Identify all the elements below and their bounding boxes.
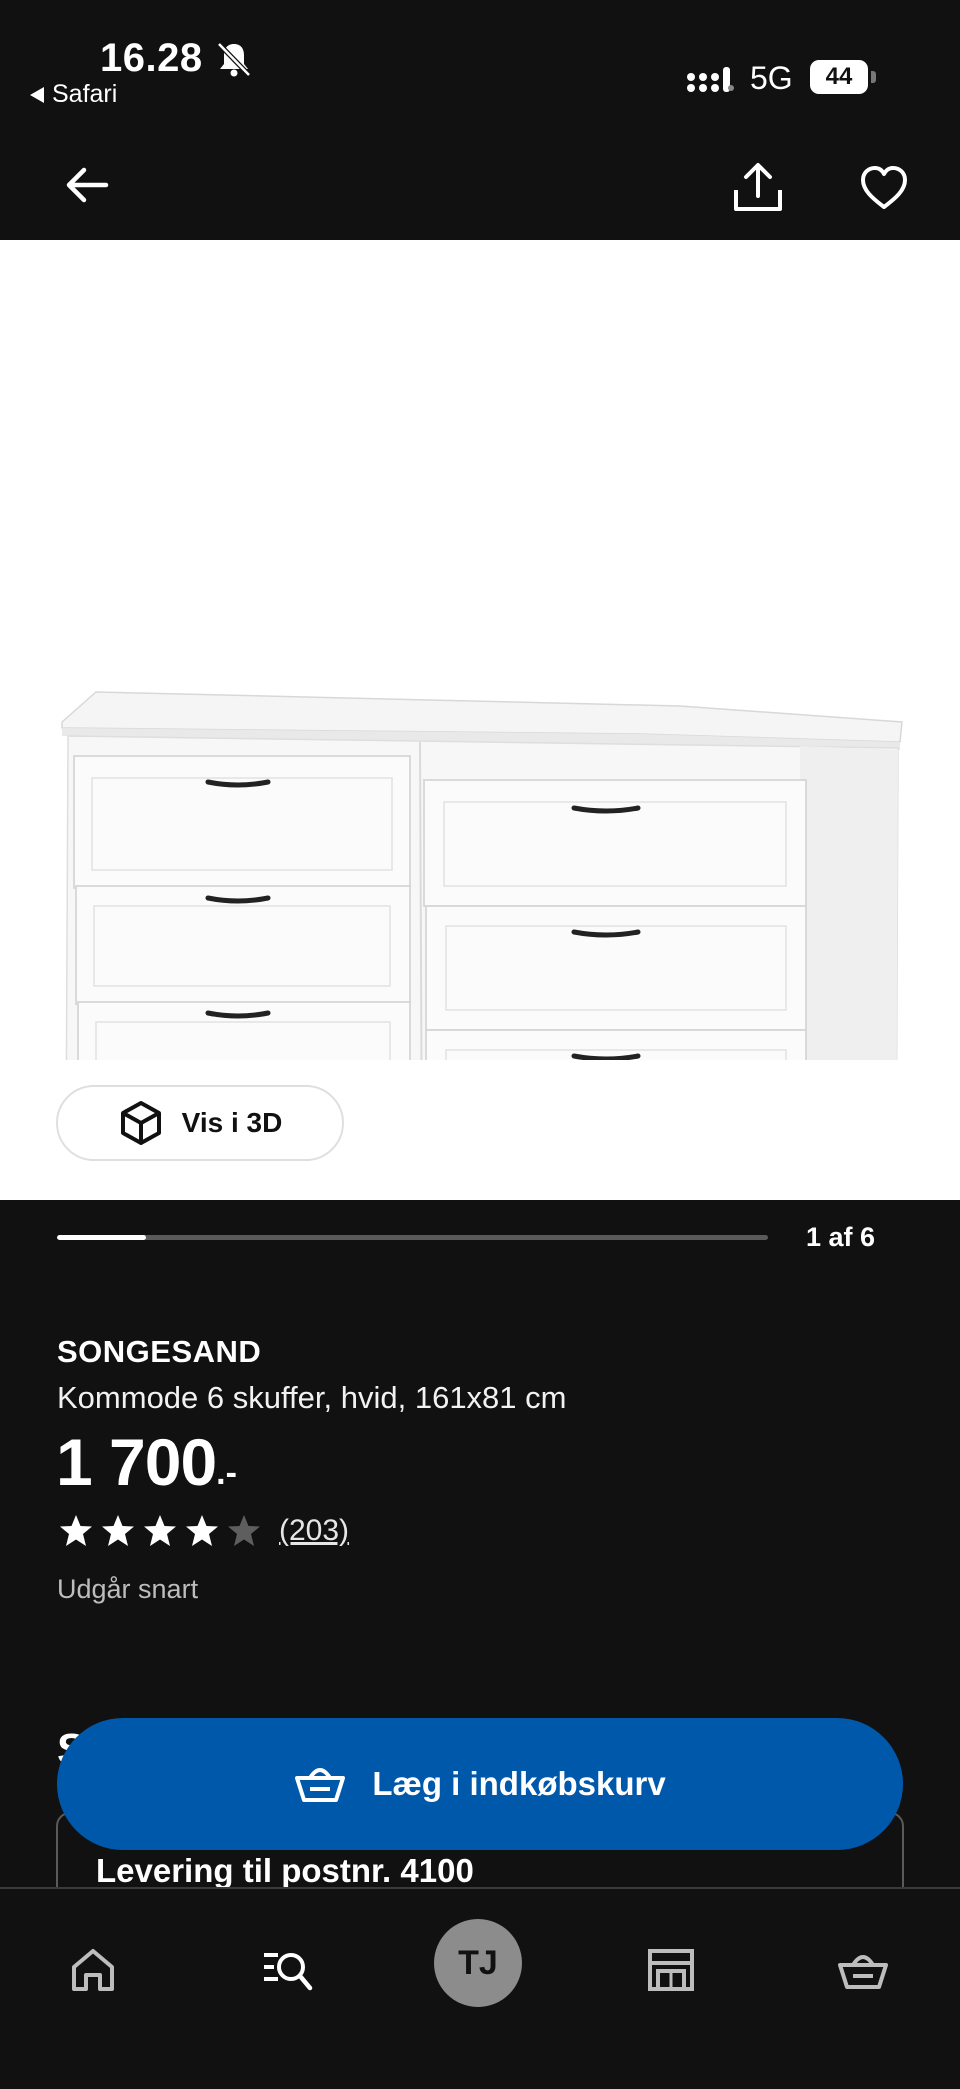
store-icon xyxy=(648,1949,694,1991)
gallery-counter: 1 af 6 xyxy=(806,1222,876,1252)
home-icon xyxy=(72,1949,114,1991)
price-suffix: .- xyxy=(216,1454,237,1492)
gallery-progress-bar xyxy=(57,1235,768,1240)
add-to-cart-button[interactable]: Læg i indkøbskurv xyxy=(57,1718,903,1850)
status-time: 16.28 xyxy=(100,36,203,80)
add-to-cart-label: Læg i indkøbskurv xyxy=(372,1765,666,1802)
view-3d-label: Vis i 3D xyxy=(181,1107,283,1138)
star-empty-icon xyxy=(228,1515,260,1546)
review-count-link[interactable]: (203) xyxy=(279,1514,349,1548)
bottom-tab-bar: TJ xyxy=(0,1887,960,2089)
tab-search[interactable] xyxy=(242,1925,332,2015)
back-app-label: Safari xyxy=(52,80,118,108)
battery-level: 44 xyxy=(810,60,868,94)
tab-home[interactable] xyxy=(48,1925,138,2015)
tab-profile-avatar[interactable]: TJ xyxy=(434,1919,522,2007)
back-to-app-link[interactable]: Safari xyxy=(30,80,117,109)
tab-stores[interactable] xyxy=(626,1925,716,2015)
delivery-text: Levering til postnr. 4100 xyxy=(96,1852,474,1889)
product-image-dresser xyxy=(61,691,903,1060)
view-3d-button[interactable]: Vis i 3D xyxy=(56,1085,344,1161)
tab-cart[interactable] xyxy=(818,1925,908,2015)
star-filled-icon xyxy=(60,1515,92,1546)
network-type: 5G xyxy=(750,60,793,96)
product-rating[interactable]: (203) xyxy=(57,1513,349,1549)
availability-status: Udgår snart xyxy=(57,1574,199,1604)
product-description: Kommode 6 skuffer, hvid, 161x81 cm xyxy=(57,1380,567,1415)
battery-icon: 44 xyxy=(810,60,878,94)
star-filled-icon xyxy=(102,1515,134,1546)
arrow-left-icon[interactable] xyxy=(62,160,112,210)
heart-icon[interactable] xyxy=(858,162,910,214)
shopping-basket-icon xyxy=(295,1768,346,1802)
back-triangle-icon xyxy=(30,86,44,103)
cube-3d-icon xyxy=(120,1101,161,1145)
star-filled-icon xyxy=(186,1515,218,1546)
share-icon[interactable] xyxy=(730,160,786,216)
star-filled-icon xyxy=(144,1515,176,1546)
search-list-icon xyxy=(264,1953,313,1991)
product-name: SONGESAND xyxy=(57,1334,262,1369)
bell-muted-icon xyxy=(217,42,251,77)
signal-icon xyxy=(687,67,734,92)
shopping-basket-icon xyxy=(838,1955,888,1989)
product-price: 1 700 .- xyxy=(56,1424,237,1500)
product-gallery[interactable]: Vis i 3D xyxy=(0,240,960,1200)
gallery-progress-fill xyxy=(57,1235,146,1240)
rating-stars xyxy=(57,1513,263,1549)
price-main: 1 700 xyxy=(56,1425,217,1499)
